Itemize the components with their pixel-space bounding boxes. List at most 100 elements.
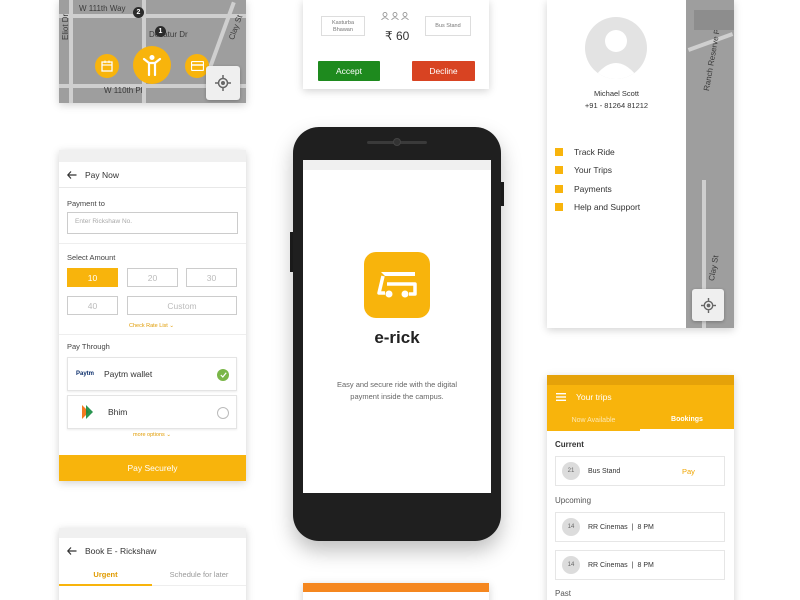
book-rickshaw-card: Book E - Rickshaw Urgent Schedule for la… xyxy=(59,528,246,600)
map-pin[interactable]: 1 xyxy=(155,26,166,37)
trip-item-upcoming[interactable]: 14 RR Cinemas | 8 PM xyxy=(555,550,725,580)
more-options-link[interactable]: more options ⌄ xyxy=(133,432,171,438)
street-label: Clay St xyxy=(707,254,721,282)
map-road xyxy=(59,14,246,18)
app-name: e-rick xyxy=(374,328,420,347)
bullet-icon xyxy=(555,148,563,156)
avatar[interactable] xyxy=(585,17,647,79)
trip-item-upcoming[interactable]: 14 RR Cinemas | 8 PM xyxy=(555,512,725,542)
menu-item-label: Your Trips xyxy=(574,165,612,175)
separator: | xyxy=(631,561,634,569)
status-bar xyxy=(303,160,491,170)
page-title: Book E - Rickshaw xyxy=(85,546,157,556)
bhim-logo-icon xyxy=(82,405,93,419)
trip-place: RR Cinemas xyxy=(588,523,628,531)
trip-time: 8 PM xyxy=(637,561,654,569)
amount-option-20[interactable]: 20 xyxy=(127,268,178,287)
menu-item-your-trips[interactable]: Your Trips xyxy=(555,165,612,175)
menu-item-track-ride[interactable]: Track Ride xyxy=(555,147,615,157)
trip-place: Bus Stand xyxy=(588,467,621,475)
accept-button[interactable]: Accept xyxy=(318,61,380,81)
page-title: Pay Now xyxy=(85,169,120,180)
trip-date: 21 xyxy=(562,462,580,480)
passengers-icon xyxy=(381,12,409,20)
front-camera xyxy=(393,138,401,146)
tagline-line: payment inside the campus. xyxy=(350,392,444,401)
bullet-icon xyxy=(555,203,563,211)
locate-me-button[interactable] xyxy=(692,289,724,321)
radio-unchecked-icon[interactable] xyxy=(217,407,229,419)
calendar-icon xyxy=(101,60,113,72)
map-pin[interactable]: 2 xyxy=(133,7,144,18)
power-button xyxy=(501,182,504,206)
schedule-button[interactable] xyxy=(95,54,119,78)
paytm-logo: Paytm xyxy=(76,371,95,377)
crosshair-icon xyxy=(700,297,716,313)
map-card[interactable]: W 111th Way W 110th Pl Eliot Dr Decatur … xyxy=(59,0,246,103)
app-bar: Your trips xyxy=(547,385,734,409)
pay-now-card: Pay Now Payment to Enter Rickshaw No. Se… xyxy=(59,150,246,481)
bullet-icon xyxy=(555,166,563,174)
app-bar: Book E - Rickshaw xyxy=(59,538,246,564)
amount-option-40[interactable]: 40 xyxy=(67,296,118,315)
fare-amount: ₹ 60 xyxy=(385,29,410,43)
payment-method-paytm[interactable]: Paytm Paytm wallet xyxy=(67,357,237,391)
menu-item-label: Payments xyxy=(574,184,612,194)
amount-option-30[interactable]: 30 xyxy=(186,268,237,287)
user-phone: +91 - 81264 81212 xyxy=(584,101,649,110)
status-bar xyxy=(547,375,734,385)
current-section-label: Current xyxy=(555,440,584,449)
divider xyxy=(59,334,246,335)
tab-bookings[interactable]: Bookings xyxy=(640,409,734,431)
map-block xyxy=(694,10,734,30)
past-section-label: Past xyxy=(555,589,572,598)
menu-item-label: Track Ride xyxy=(574,147,615,157)
user-name: Michael Scott xyxy=(593,89,640,98)
ride-request-card: Kasturba Bhawan ₹ 60 Bus Stand Accept De… xyxy=(303,0,489,89)
pay-link[interactable]: Pay xyxy=(682,467,695,476)
trip-date: 14 xyxy=(562,556,580,574)
pickup-location: Kasturba Bhawan xyxy=(321,16,365,36)
hail-ride-button[interactable] xyxy=(133,46,171,84)
menu-item-label: Help and Support xyxy=(574,202,641,212)
page-title: Your trips xyxy=(576,392,612,402)
selected-check-icon[interactable] xyxy=(217,369,229,381)
select-amount-label: Select Amount xyxy=(67,253,116,262)
pay-securely-button[interactable]: Pay Securely xyxy=(59,455,246,481)
tab-urgent[interactable]: Urgent xyxy=(59,564,152,586)
navigation-drawer: Michael Scott +91 - 81264 81212 Track Ri… xyxy=(547,0,686,328)
status-bar xyxy=(59,150,246,162)
card-icon xyxy=(190,61,204,71)
tagline: Easy and secure ride with the digital pa… xyxy=(303,379,491,403)
locate-me-button[interactable] xyxy=(206,66,240,100)
street-label: W 110th Pl xyxy=(104,86,143,95)
trip-time: 8 PM xyxy=(637,523,654,531)
back-arrow-icon[interactable] xyxy=(67,170,77,179)
separator: | xyxy=(631,523,634,531)
bullet-icon xyxy=(555,185,563,193)
payment-method-label: Paytm wallet xyxy=(104,369,153,379)
rickshaw-number-input[interactable]: Enter Rickshaw No. xyxy=(67,212,238,234)
pay-through-label: Pay Through xyxy=(67,342,110,351)
drop-location: Bus Stand xyxy=(425,16,471,36)
your-trips-card: Your trips Now Available Bookings Curren… xyxy=(547,375,734,600)
menu-item-help[interactable]: Help and Support xyxy=(555,202,640,212)
partial-card xyxy=(303,583,489,600)
check-rate-list-link[interactable]: Check Rate List ⌄ xyxy=(129,323,174,329)
custom-amount-input[interactable]: Custom xyxy=(127,296,237,315)
street-label: W 111th Way xyxy=(79,4,126,13)
decline-button[interactable]: Decline xyxy=(412,61,475,81)
crosshair-icon xyxy=(215,75,231,91)
tagline-line: Easy and secure ride with the digital xyxy=(336,380,458,389)
trip-item-current[interactable]: 21 Bus Stand Pay xyxy=(555,456,725,486)
back-arrow-icon[interactable] xyxy=(67,547,77,555)
menu-item-payments[interactable]: Payments xyxy=(555,184,612,194)
tab-now-available[interactable]: Now Available xyxy=(547,409,640,431)
person-hail-icon xyxy=(142,55,162,76)
hamburger-menu-icon[interactable] xyxy=(556,393,566,401)
amount-option-10[interactable]: 10 xyxy=(67,268,118,287)
payment-method-bhim[interactable]: Bhim xyxy=(67,395,237,429)
tab-schedule-later[interactable]: Schedule for later xyxy=(152,564,246,586)
app-bar: Pay Now xyxy=(59,162,246,188)
app-logo xyxy=(364,252,430,318)
